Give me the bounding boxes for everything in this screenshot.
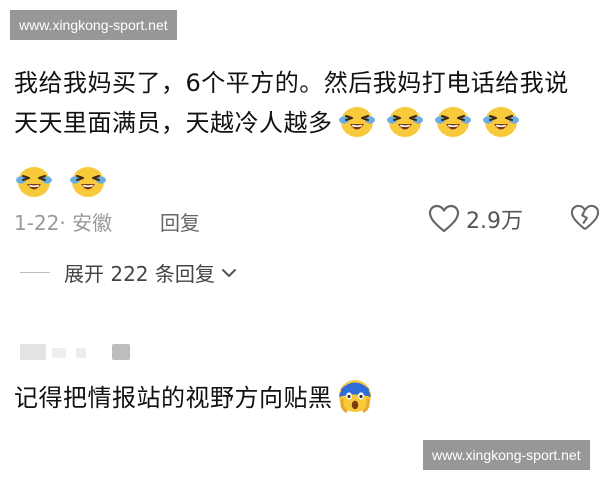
heart-outline-icon xyxy=(428,204,460,233)
crying-laughing-emoji xyxy=(337,103,377,151)
like-count: 2.9万 xyxy=(466,209,523,234)
broken-heart-icon xyxy=(570,204,600,231)
comment-1-meta: 1-22· 安徽 回复 2.9万 xyxy=(14,203,600,237)
blurred-name-part xyxy=(76,348,86,358)
divider-line xyxy=(20,272,50,273)
chevron-down-icon xyxy=(221,268,236,277)
crying-laughing-emoji xyxy=(68,163,108,203)
comment-date-location: 1-22· 安徽 xyxy=(14,211,113,235)
reply-button[interactable]: 回复 xyxy=(160,207,200,236)
dislike-button[interactable] xyxy=(570,204,600,237)
watermark-top: www.xingkong-sport.net xyxy=(10,10,177,40)
comment-2-body: 记得把情报站的视野方向贴黑 xyxy=(14,378,373,424)
comment-1-body: 我给我妈买了，6个平方的。然后我妈打电话给我说天天里面满员，天越冷人越多 xyxy=(14,63,592,151)
watermark-bottom: www.xingkong-sport.net xyxy=(423,440,590,470)
blurred-name-part xyxy=(112,344,130,360)
crying-laughing-emoji xyxy=(14,163,54,203)
expand-replies-button[interactable]: 展开 222 条回复 xyxy=(20,258,237,287)
expand-replies-label: 展开 222 条回复 xyxy=(64,262,215,286)
comment-2-text: 记得把情报站的视野方向贴黑 xyxy=(14,384,333,412)
like-button[interactable]: 2.9万 xyxy=(428,203,523,235)
crying-laughing-emoji xyxy=(433,103,473,151)
blurred-avatar xyxy=(20,344,46,360)
emoji-group-inline xyxy=(337,103,521,151)
crying-laughing-emoji xyxy=(385,103,425,151)
crying-laughing-emoji xyxy=(481,103,521,151)
emoji-group-second-line xyxy=(14,163,108,203)
blurred-name-part xyxy=(52,348,66,358)
screaming-fear-emoji xyxy=(337,378,373,424)
